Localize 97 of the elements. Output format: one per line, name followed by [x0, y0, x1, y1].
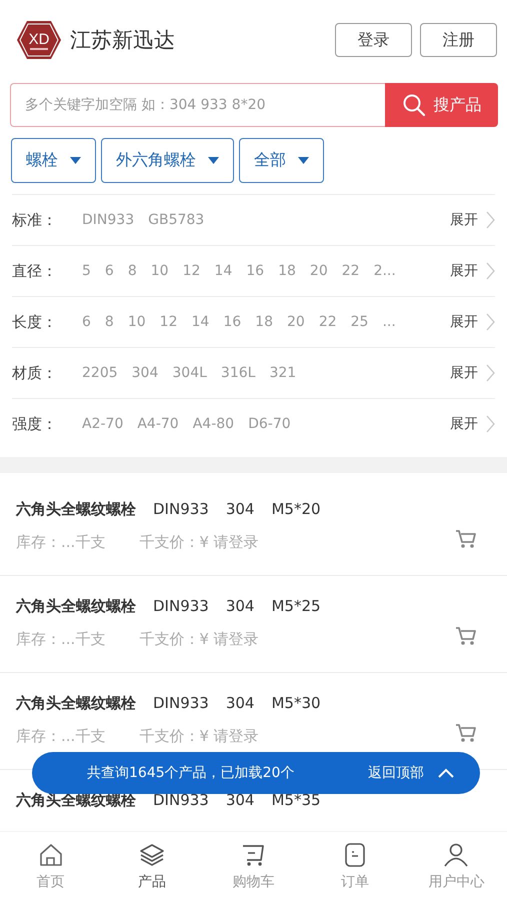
- product-material: 304: [226, 500, 254, 519]
- caret-icon: [70, 157, 81, 164]
- product-material: 304: [226, 694, 254, 713]
- filter-option[interactable]: 14: [192, 314, 210, 330]
- filter-option[interactable]: 8: [104, 314, 114, 330]
- expand-link[interactable]: 展开: [450, 262, 478, 280]
- price-text: 千支价：¥ 请登录: [139, 630, 259, 649]
- product-standard: DIN933: [153, 694, 209, 713]
- chevron-right-icon: [486, 313, 495, 331]
- search-button[interactable]: 搜产品: [385, 83, 498, 127]
- product-size: M5*35: [271, 791, 321, 810]
- chevron-right-icon: [486, 211, 495, 229]
- filter-option[interactable]: 6: [82, 314, 91, 330]
- product-size: M5*30: [271, 694, 321, 713]
- filter-option[interactable]: 18: [278, 263, 296, 279]
- logo-icon: XD: [16, 20, 62, 60]
- category-dropdown[interactable]: 螺栓: [11, 138, 96, 183]
- product-standard: DIN933: [153, 597, 209, 616]
- chevron-right-icon: [486, 262, 495, 280]
- expand-link[interactable]: 展开: [450, 211, 478, 229]
- filter-option[interactable]: A4-80: [192, 416, 234, 432]
- product-size: M5*20: [271, 500, 321, 519]
- filter-option[interactable]: 6: [104, 263, 114, 279]
- filter-option[interactable]: 2205: [82, 365, 118, 381]
- loaded-count-text: 共查询1645个产品，已加载20个: [87, 764, 296, 782]
- product-standard: DIN933: [153, 500, 209, 519]
- nav-tab[interactable]: 首页: [0, 832, 102, 900]
- product-name: 六角头全螺纹螺栓: [16, 500, 136, 519]
- product-material: 304: [226, 791, 254, 810]
- filter-option[interactable]: 8: [128, 263, 137, 279]
- filter-option[interactable]: 14: [214, 263, 232, 279]
- product-name: 六角头全螺纹螺栓: [16, 597, 136, 616]
- filter-option[interactable]: 321: [269, 365, 296, 381]
- filter-option[interactable]: 25: [350, 314, 368, 330]
- search-icon: [402, 93, 426, 117]
- price-text: 千支价：¥ 请登录: [139, 533, 259, 552]
- filter-option[interactable]: 304L: [172, 365, 207, 381]
- nav-tab[interactable]: 用户中心: [406, 832, 507, 900]
- product-material: 304: [226, 597, 254, 616]
- caret-icon: [208, 157, 219, 164]
- filter-label: 强度：: [12, 414, 58, 434]
- price-text: 千支价：¥ 请登录: [139, 727, 259, 746]
- layers-icon: [139, 842, 166, 868]
- filter-label: 材质：: [12, 364, 58, 382]
- filter-option[interactable]: 10: [128, 314, 146, 330]
- filter-option[interactable]: 10: [150, 263, 169, 279]
- header-button[interactable]: 注册: [420, 23, 497, 57]
- cart-icon[interactable]: [455, 626, 477, 646]
- filter-option[interactable]: 2...: [374, 263, 396, 279]
- chevron-up-icon: [438, 768, 454, 778]
- nav-tab[interactable]: 产品: [101, 832, 203, 900]
- cart-icon[interactable]: [455, 723, 477, 743]
- filter-option[interactable]: 22: [342, 263, 360, 279]
- home-icon: [38, 842, 64, 868]
- filter-option[interactable]: 20: [286, 314, 305, 330]
- nav-tab[interactable]: 购物车: [202, 832, 304, 900]
- chevron-right-icon: [486, 415, 495, 433]
- filter-option[interactable]: 5: [82, 263, 91, 279]
- filter-option[interactable]: A2-70: [82, 416, 124, 432]
- product-name: 六角头全螺纹螺栓: [16, 791, 136, 810]
- expand-link[interactable]: 展开: [450, 415, 478, 433]
- expand-link[interactable]: 展开: [450, 313, 478, 331]
- brand-name: 江苏新迅达: [70, 27, 176, 54]
- product-standard: DIN933: [153, 791, 209, 810]
- chevron-right-icon: [486, 364, 495, 382]
- filter-option[interactable]: 20: [310, 263, 328, 279]
- filter-option[interactable]: ...: [382, 314, 396, 330]
- user-icon: [443, 842, 470, 868]
- filter-option[interactable]: 316L: [220, 365, 256, 381]
- filter-option[interactable]: D6-70: [248, 416, 291, 432]
- expand-link[interactable]: 展开: [450, 364, 478, 382]
- filter-option[interactable]: 16: [246, 263, 264, 279]
- filter-option[interactable]: A4-70: [137, 416, 179, 432]
- filter-option[interactable]: 18: [255, 314, 273, 330]
- category-dropdown[interactable]: 外六角螺栓: [101, 138, 234, 183]
- stock-text: 库存：...千支: [16, 727, 106, 746]
- header-button[interactable]: 登录: [335, 23, 412, 57]
- filter-label: 长度：: [12, 312, 58, 332]
- stock-text: 库存：...千支: [16, 630, 106, 649]
- stock-text: 库存：...千支: [16, 533, 106, 552]
- caret-icon: [298, 157, 309, 164]
- filter-option[interactable]: 12: [182, 263, 200, 279]
- filter-label: 标准：: [12, 210, 58, 230]
- filter-option[interactable]: 22: [318, 314, 337, 330]
- product-name: 六角头全螺纹螺栓: [16, 694, 136, 713]
- cart-icon[interactable]: [455, 529, 477, 549]
- filter-option[interactable]: 304: [132, 365, 158, 381]
- nav-tab[interactable]: 订单: [304, 832, 406, 900]
- filter-label: 直径：: [12, 262, 58, 280]
- filter-option[interactable]: DIN933: [82, 212, 134, 228]
- filter-option[interactable]: GB5783: [148, 212, 204, 228]
- product-size: M5*25: [271, 597, 321, 616]
- filter-option[interactable]: 16: [223, 314, 242, 330]
- category-dropdown[interactable]: 全部: [239, 138, 324, 183]
- filter-option[interactable]: 12: [160, 314, 178, 330]
- back-to-top-button[interactable]: 返回顶部: [368, 764, 454, 782]
- search-field[interactable]: 多个关键字加空隔 如：304 933 8*20: [10, 83, 385, 127]
